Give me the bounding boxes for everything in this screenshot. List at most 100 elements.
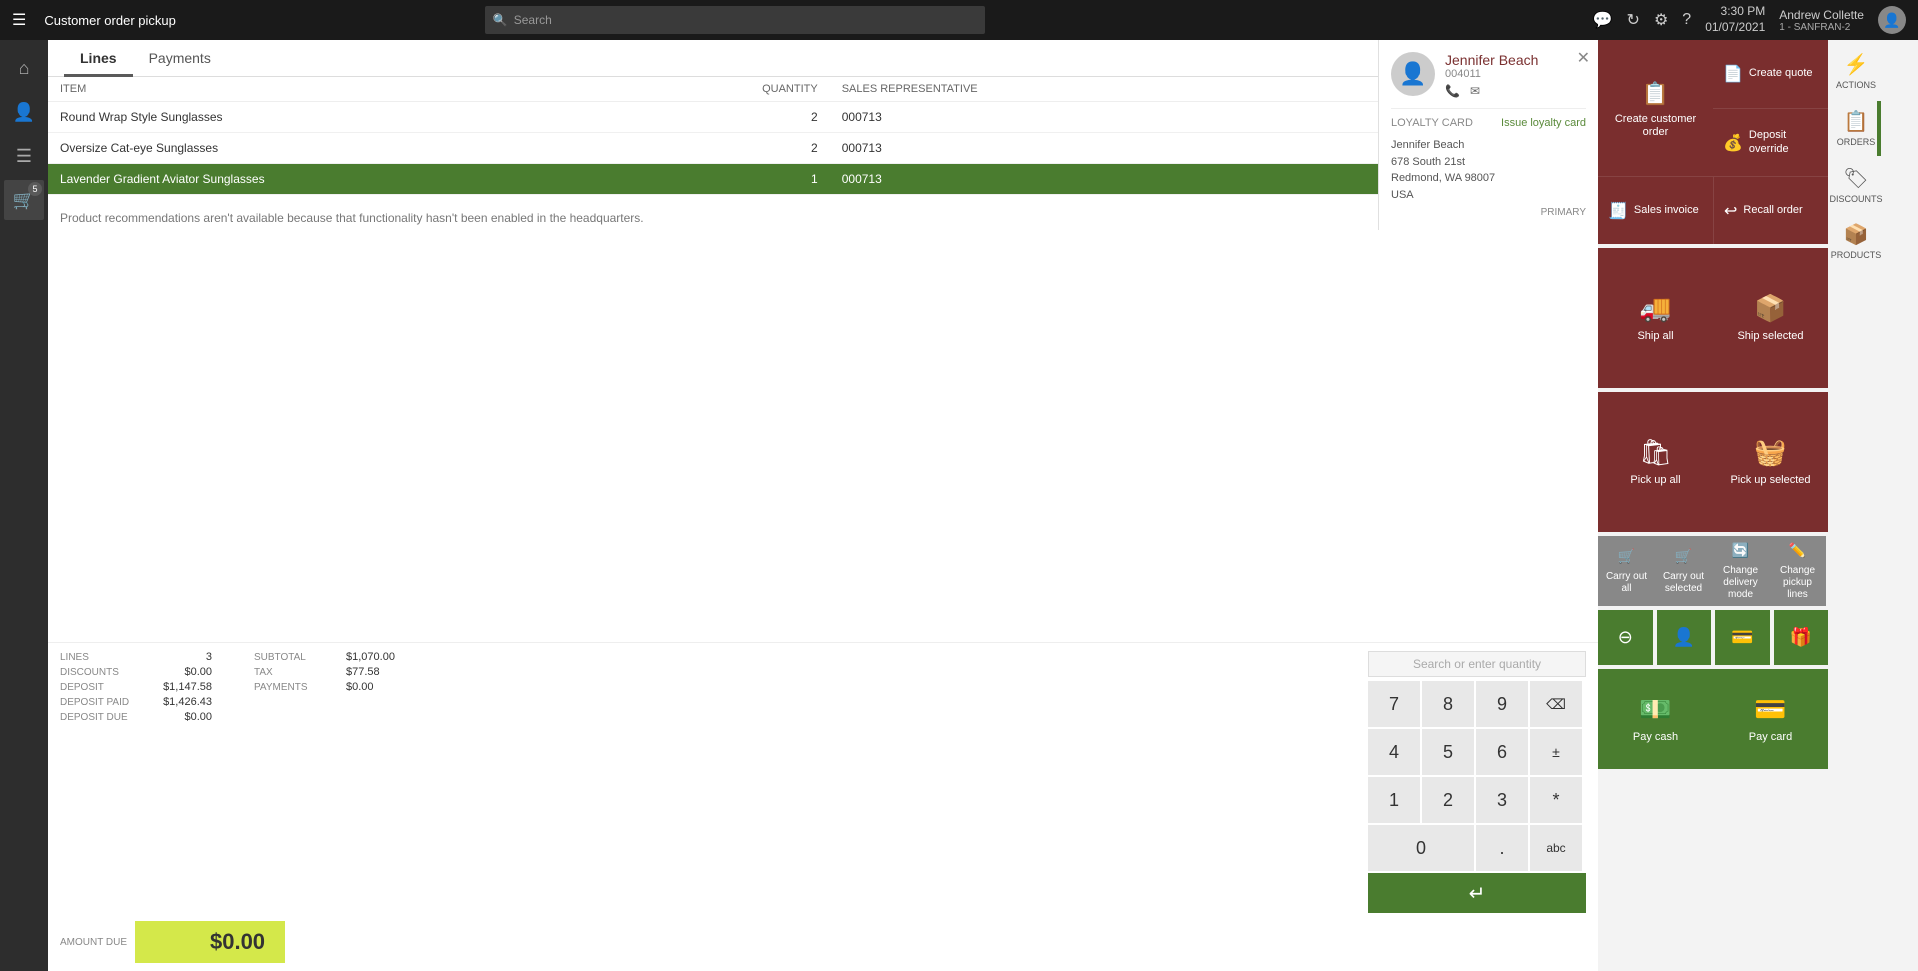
minus-icon: ⊖	[1618, 627, 1633, 648]
green-action-4[interactable]: 🎁	[1774, 610, 1829, 665]
sidebar-home[interactable]: ⌂	[4, 48, 44, 88]
help-icon[interactable]: ?	[1682, 11, 1691, 29]
create-quote-tile[interactable]: 📄 Create quote	[1713, 40, 1828, 108]
tiles-row-1: 📋 Create customer order 📄 Create quote 💰…	[1598, 40, 1828, 180]
numpad-multiply[interactable]: *	[1530, 777, 1582, 823]
store-info: 1 - SANFRAN-2	[1779, 22, 1864, 33]
green-action-1[interactable]: ⊖	[1598, 610, 1653, 665]
products-strip-item[interactable]: 📦 PRODUCTS	[1831, 214, 1881, 269]
actions-strip-item[interactable]: ⚡ ACTIONS	[1831, 44, 1881, 99]
carry-out-selected-label: Carry out selected	[1659, 571, 1708, 595]
search-bar[interactable]: 🔍 Search	[485, 6, 985, 34]
table-row[interactable]: Oversize Cat-eye Sunglasses 2 000713 $42…	[48, 133, 1598, 164]
deposit-due-value: $0.00	[162, 711, 212, 723]
tab-payments[interactable]: Payments	[133, 40, 227, 77]
deposit-override-tile[interactable]: 💰 Deposit override	[1713, 108, 1828, 176]
hamburger-menu[interactable]: ☰	[12, 10, 26, 30]
sales-invoice-icon: 🧾	[1608, 201, 1628, 221]
tab-bar: Lines Payments	[48, 40, 1598, 77]
lines-label: LINES	[60, 652, 150, 663]
create-customer-order-tile[interactable]: 📋 Create customer order	[1598, 40, 1713, 180]
numpad-8[interactable]: 8	[1422, 681, 1474, 727]
user-avatar[interactable]: 👤	[1878, 6, 1906, 34]
table-row[interactable]: Lavender Gradient Aviator Sunglasses 1 0…	[48, 164, 1598, 195]
numpad-dot[interactable]: .	[1476, 825, 1528, 871]
lines-value: 3	[162, 651, 212, 663]
change-delivery-mode-tile[interactable]: 🔄 Change delivery mode	[1712, 536, 1769, 606]
chat-icon[interactable]: 💬	[1593, 10, 1613, 30]
recall-order-label: Recall order	[1743, 204, 1802, 217]
numpad-enter[interactable]: ↵	[1368, 873, 1586, 913]
refresh-icon[interactable]: ↻	[1627, 10, 1640, 30]
discounts-row: DISCOUNTS $0.00 TAX $77.58	[60, 666, 1368, 678]
amount-due-label: AMOUNT DUE	[60, 937, 127, 948]
numpad-5[interactable]: 5	[1422, 729, 1474, 775]
ship-selected-tile[interactable]: 📦 Ship selected	[1713, 248, 1828, 388]
tiles-row-3: 🚚 Ship all 📦 Ship selected	[1598, 248, 1828, 388]
carry-out-all-tile[interactable]: 🛒 Carry out all	[1598, 536, 1655, 606]
phone-icon[interactable]: 📞	[1445, 84, 1460, 98]
sidebar-cart[interactable]: 🛒 5	[4, 180, 44, 220]
orders-icon: 📋	[1844, 109, 1869, 134]
sales-invoice-tile[interactable]: 🧾 Sales invoice	[1598, 176, 1713, 244]
numpad-0[interactable]: 0	[1368, 825, 1474, 871]
carry-out-selected-tile[interactable]: 🛒 Carry out selected	[1655, 536, 1712, 606]
change-pickup-lines-tile[interactable]: ✏️ Change pickup lines	[1769, 536, 1826, 606]
customer-address2: Redmond, WA 98007	[1391, 170, 1586, 187]
numpad-3[interactable]: 3	[1476, 777, 1528, 823]
discounts-icon: 🏷	[1843, 166, 1868, 191]
numpad-7[interactable]: 7	[1368, 681, 1420, 727]
gift-card-icon: 🎁	[1790, 627, 1812, 648]
customer-close-button[interactable]: ✕	[1577, 48, 1590, 68]
pay-cash-tile[interactable]: 💵 Pay cash	[1598, 669, 1713, 769]
numpad-abc[interactable]: abc	[1530, 825, 1582, 871]
customer-contact: 📞 ✉	[1445, 84, 1538, 98]
email-icon[interactable]: ✉	[1470, 84, 1480, 98]
item-name: Round Wrap Style Sunglasses	[48, 102, 628, 133]
main-content: Lines Payments ITEM QUANTITY SALES REPRE…	[48, 40, 1918, 971]
item-qty: 2	[628, 133, 830, 164]
sidebar-menu[interactable]: ☰	[4, 136, 44, 176]
sidebar-customer[interactable]: 👤	[4, 92, 44, 132]
numpad-1[interactable]: 1	[1368, 777, 1420, 823]
item-rep: 000713	[830, 164, 1236, 195]
customer-name: Jennifer Beach	[1445, 52, 1538, 68]
change-delivery-label: Change delivery mode	[1716, 565, 1765, 601]
item-rep: 000713	[830, 133, 1236, 164]
settings-icon[interactable]: ⚙	[1654, 10, 1668, 30]
numpad-6[interactable]: 6	[1476, 729, 1528, 775]
top-nav-right: 💬 ↻ ⚙ ? 3:30 PM 01/07/2021 Andrew Collet…	[1593, 4, 1906, 35]
issue-loyalty-button[interactable]: Issue loyalty card	[1501, 117, 1586, 129]
numpad-backspace[interactable]: ⌫	[1530, 681, 1582, 727]
numpad-plusminus[interactable]: ±	[1530, 729, 1582, 775]
create-order-label: Create customer order	[1602, 113, 1709, 139]
customer-address: Jennifer Beach 678 South 21st Redmond, W…	[1391, 137, 1586, 203]
customer-id: 004011	[1445, 68, 1538, 80]
pay-card-tile[interactable]: 💳 Pay card	[1713, 669, 1828, 769]
table-row[interactable]: Round Wrap Style Sunglasses 2 000713 $52…	[48, 102, 1598, 133]
carry-out-all-icon: 🛒	[1618, 548, 1635, 565]
deposit-row: DEPOSIT $1,147.58 PAYMENTS $0.00	[60, 681, 1368, 693]
orders-strip-item[interactable]: 📋 ORDERS	[1831, 101, 1881, 156]
date-display: 01/07/2021	[1705, 20, 1765, 36]
ship-all-tile[interactable]: 🚚 Ship all	[1598, 248, 1713, 388]
tab-lines[interactable]: Lines	[64, 40, 133, 77]
deposit-paid-value: $1,426.43	[162, 696, 212, 708]
icon-strip: ⚡ ACTIONS 📋 ORDERS 🏷 DISCOUNTS 📦 PRODUCT…	[1828, 40, 1884, 971]
green-action-2[interactable]: 👤	[1657, 610, 1712, 665]
sidebar: ⌂ 👤 ☰ 🛒 5	[0, 40, 48, 971]
customer-panel: ✕ 👤 Jennifer Beach 004011 📞 ✉ LOYALTY CA…	[1378, 40, 1598, 230]
pick-up-all-tile[interactable]: 🛍 Pick up all	[1598, 392, 1713, 532]
discounts-strip-item[interactable]: 🏷 DISCOUNTS	[1831, 158, 1881, 213]
recall-order-tile[interactable]: ↩ Recall order	[1713, 176, 1828, 244]
pick-up-selected-tile[interactable]: 🧺 Pick up selected	[1713, 392, 1828, 532]
item-name: Lavender Gradient Aviator Sunglasses	[48, 164, 628, 195]
tiles-row-4: 🛍 Pick up all 🧺 Pick up selected	[1598, 392, 1828, 532]
ship-all-icon: 🚚	[1639, 293, 1671, 324]
tax-label: TAX	[254, 667, 334, 678]
numpad-4[interactable]: 4	[1368, 729, 1420, 775]
numpad-2[interactable]: 2	[1422, 777, 1474, 823]
numpad-9[interactable]: 9	[1476, 681, 1528, 727]
green-action-3[interactable]: 💳	[1715, 610, 1770, 665]
customer-address3: USA	[1391, 187, 1586, 204]
